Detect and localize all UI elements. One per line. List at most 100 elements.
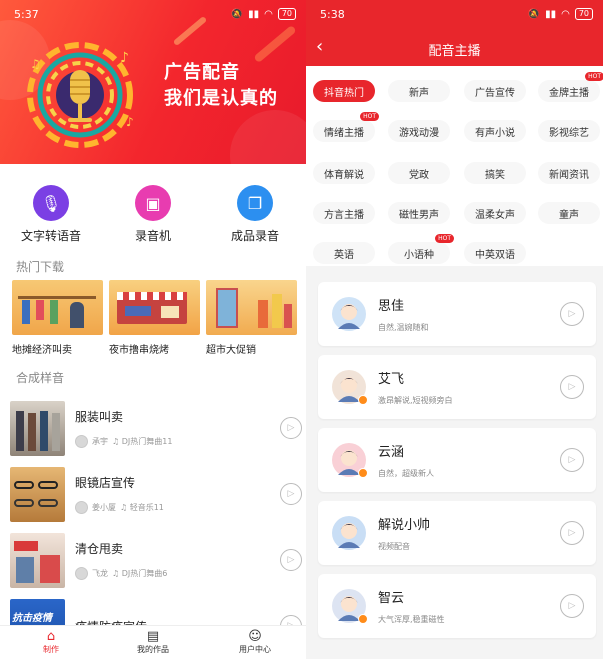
tag-item[interactable]: 影视综艺 xyxy=(538,120,600,142)
sample-music: ♫ 轻音乐11 xyxy=(120,503,164,512)
tag-label: 广告宣传 xyxy=(475,87,515,99)
mute-icon: 🔕 xyxy=(230,8,244,20)
anchor-name: 云涵 xyxy=(378,445,405,460)
avatar-face-icon xyxy=(338,523,360,548)
anchors-screen: ‹ 配音主播 5:38 🔕 ▮▮ ◠ 70 抖音热门 新声 广告宣传 金牌主播 HOT 情… xyxy=(306,0,603,659)
tag-label: 小语种 xyxy=(404,249,434,261)
anchor-desc: 大气浑厚,稳重磁性 xyxy=(378,615,445,624)
tag-label: 党政 xyxy=(409,169,429,181)
tag-item[interactable]: 金牌主播 HOT xyxy=(538,72,603,102)
anchor-desc: 激昂解说,短视频旁白 xyxy=(378,396,453,405)
anchor-avatar xyxy=(332,370,368,405)
tag-label: 童声 xyxy=(559,209,579,221)
anchor-desc: 自然，超级新人 xyxy=(378,469,434,478)
anchor-card[interactable]: 思佳 自然,温婉随和 ▷ xyxy=(318,282,596,346)
tag-item[interactable]: 抖音热门 xyxy=(313,80,375,102)
status-time: 5:38 xyxy=(320,7,345,21)
play-icon[interactable]: ▷ xyxy=(560,448,584,472)
tag-item[interactable]: 有声小说 xyxy=(464,120,526,142)
play-icon[interactable]: ▷ xyxy=(280,549,302,571)
download-thumbnail xyxy=(12,280,103,335)
svg-text:♪: ♪ xyxy=(126,115,134,129)
anchor-avatar xyxy=(332,516,366,550)
tool-recorder[interactable]: ▣ 录音机 xyxy=(103,185,203,244)
tag-item[interactable]: 中英双语 xyxy=(464,242,526,264)
tag-item[interactable]: 方言主播 xyxy=(313,202,375,224)
download-label: 夜市撸串烧烤 xyxy=(109,345,169,356)
play-icon[interactable]: ▷ xyxy=(280,483,302,505)
sample-item[interactable]: 清仓甩卖 飞龙 ♫ DJ热门舞曲6 ▷ xyxy=(10,527,302,593)
tag-label: 英语 xyxy=(334,249,354,261)
tool-finished-recordings[interactable]: ❐ 成品录音 xyxy=(205,185,305,244)
tab-user-center[interactable]: ☺ 用户中心 xyxy=(215,630,295,655)
user-icon: ☺ xyxy=(248,629,262,644)
tab-my-works[interactable]: ▤ 我的作品 xyxy=(113,630,193,655)
tab-create[interactable]: ⌂ 制作 xyxy=(11,630,91,655)
category-tags: 抖音热门 新声 广告宣传 金牌主播 HOT 情绪主播 HOT 游戏动漫 有声小说 影视综艺 体育解说… xyxy=(306,66,603,266)
wifi-icon: ◠ xyxy=(561,8,570,20)
tag-item[interactable]: 温柔女声 xyxy=(464,202,526,224)
download-item[interactable]: 夜市撸串烧烤 xyxy=(109,280,200,356)
download-item[interactable]: 超市大促销 xyxy=(206,280,297,356)
tool-text-to-speech[interactable]: 🎙 文字转语音 xyxy=(1,185,101,244)
play-icon[interactable]: ▷ xyxy=(560,521,584,545)
signal-icon: ▮▮ xyxy=(545,8,557,20)
create-screen: ♪ ♫ ♪ 广告配音 我们是认真的 5:37 🔕 ▮▮ ◠ 70 🎙 文字转语音… xyxy=(0,0,306,659)
anchor-name: 艾飞 xyxy=(378,372,405,387)
anchor-name: 智云 xyxy=(378,591,405,606)
play-icon[interactable]: ▷ xyxy=(560,302,584,326)
download-label: 超市大促销 xyxy=(206,345,256,356)
download-thumbnail xyxy=(206,280,297,335)
sample-item[interactable]: 眼镜店宣传 姜小厦 ♫ 轻音乐11 ▷ xyxy=(10,461,302,527)
anchor-avatar xyxy=(332,297,366,331)
sample-thumbnail xyxy=(10,532,65,588)
tag-label: 磁性男声 xyxy=(399,209,439,221)
tag-item[interactable]: 小语种 HOT xyxy=(388,234,454,264)
hot-downloads-list: 地摊经济叫卖 夜市撸串烧烤 超市大促销 xyxy=(12,280,297,356)
hot-badge: HOT xyxy=(435,234,454,243)
sample-author: 飞龙 xyxy=(92,569,108,578)
verified-badge-icon xyxy=(358,395,368,405)
author-avatar xyxy=(75,567,88,580)
hot-downloads-title: 热门下载 xyxy=(16,260,65,274)
status-time: 5:37 xyxy=(14,7,39,21)
sample-music: ♫ DJ热门舞曲11 xyxy=(112,437,173,446)
mute-icon: 🔕 xyxy=(527,8,541,20)
tag-item[interactable]: 游戏动漫 xyxy=(388,120,450,142)
tag-item[interactable]: 新声 xyxy=(388,80,450,102)
anchor-card[interactable]: 云涵自然，超级新人 ▷ xyxy=(318,428,596,492)
tag-item[interactable]: 英语 xyxy=(313,242,375,264)
sample-author: 承宇 xyxy=(92,437,108,446)
anchor-desc: 视频配音 xyxy=(378,542,410,551)
tag-item[interactable]: 广告宣传 xyxy=(464,80,526,102)
anchor-card[interactable]: 艾飞激昂解说,短视频旁白 ▷ xyxy=(318,355,596,419)
tag-item[interactable]: 体育解说 xyxy=(313,162,375,184)
tag-item[interactable]: 搞笑 xyxy=(464,162,526,184)
banner-title-line1: 广告配音 xyxy=(164,62,240,83)
download-item[interactable]: 地摊经济叫卖 xyxy=(12,280,103,356)
play-icon[interactable]: ▷ xyxy=(560,594,584,618)
anchor-name: 解说小帅 xyxy=(378,518,431,533)
tool-label: 文字转语音 xyxy=(20,229,81,243)
anchor-card[interactable]: 解说小帅视频配音 ▷ xyxy=(318,501,596,565)
tag-item[interactable]: 情绪主播 HOT xyxy=(313,112,379,142)
tag-label: 有声小说 xyxy=(475,127,515,139)
samples-title: 合成样音 xyxy=(16,371,65,385)
signal-icon: ▮▮ xyxy=(248,8,260,20)
play-icon[interactable]: ▷ xyxy=(560,375,584,399)
tag-item[interactable]: 党政 xyxy=(388,162,450,184)
anchor-card[interactable]: 智云大气浑厚,稳重磁性 ▷ xyxy=(318,574,596,638)
microphone-illustration-icon: ♪ ♫ ♪ xyxy=(27,42,134,148)
quick-tools: 🎙 文字转语音 ▣ 录音机 ❐ 成品录音 xyxy=(0,185,306,244)
tag-item[interactable]: 新闻资讯 xyxy=(538,162,600,184)
tag-label: 温柔女声 xyxy=(475,209,515,221)
tag-label: 金牌主播 xyxy=(549,87,589,99)
tag-item[interactable]: 童声 xyxy=(538,202,600,224)
sample-item[interactable]: 服装叫卖 承宇 ♫ DJ热门舞曲11 ▷ xyxy=(10,395,302,461)
tool-label: 成品录音 xyxy=(230,229,279,243)
play-icon[interactable]: ▷ xyxy=(280,417,302,439)
tab-label: 我的作品 xyxy=(137,645,169,654)
bottom-tab-bar: ⌂ 制作 ▤ 我的作品 ☺ 用户中心 xyxy=(0,625,306,659)
sample-thumbnail xyxy=(10,466,65,522)
tag-item[interactable]: 磁性男声 xyxy=(388,202,450,224)
